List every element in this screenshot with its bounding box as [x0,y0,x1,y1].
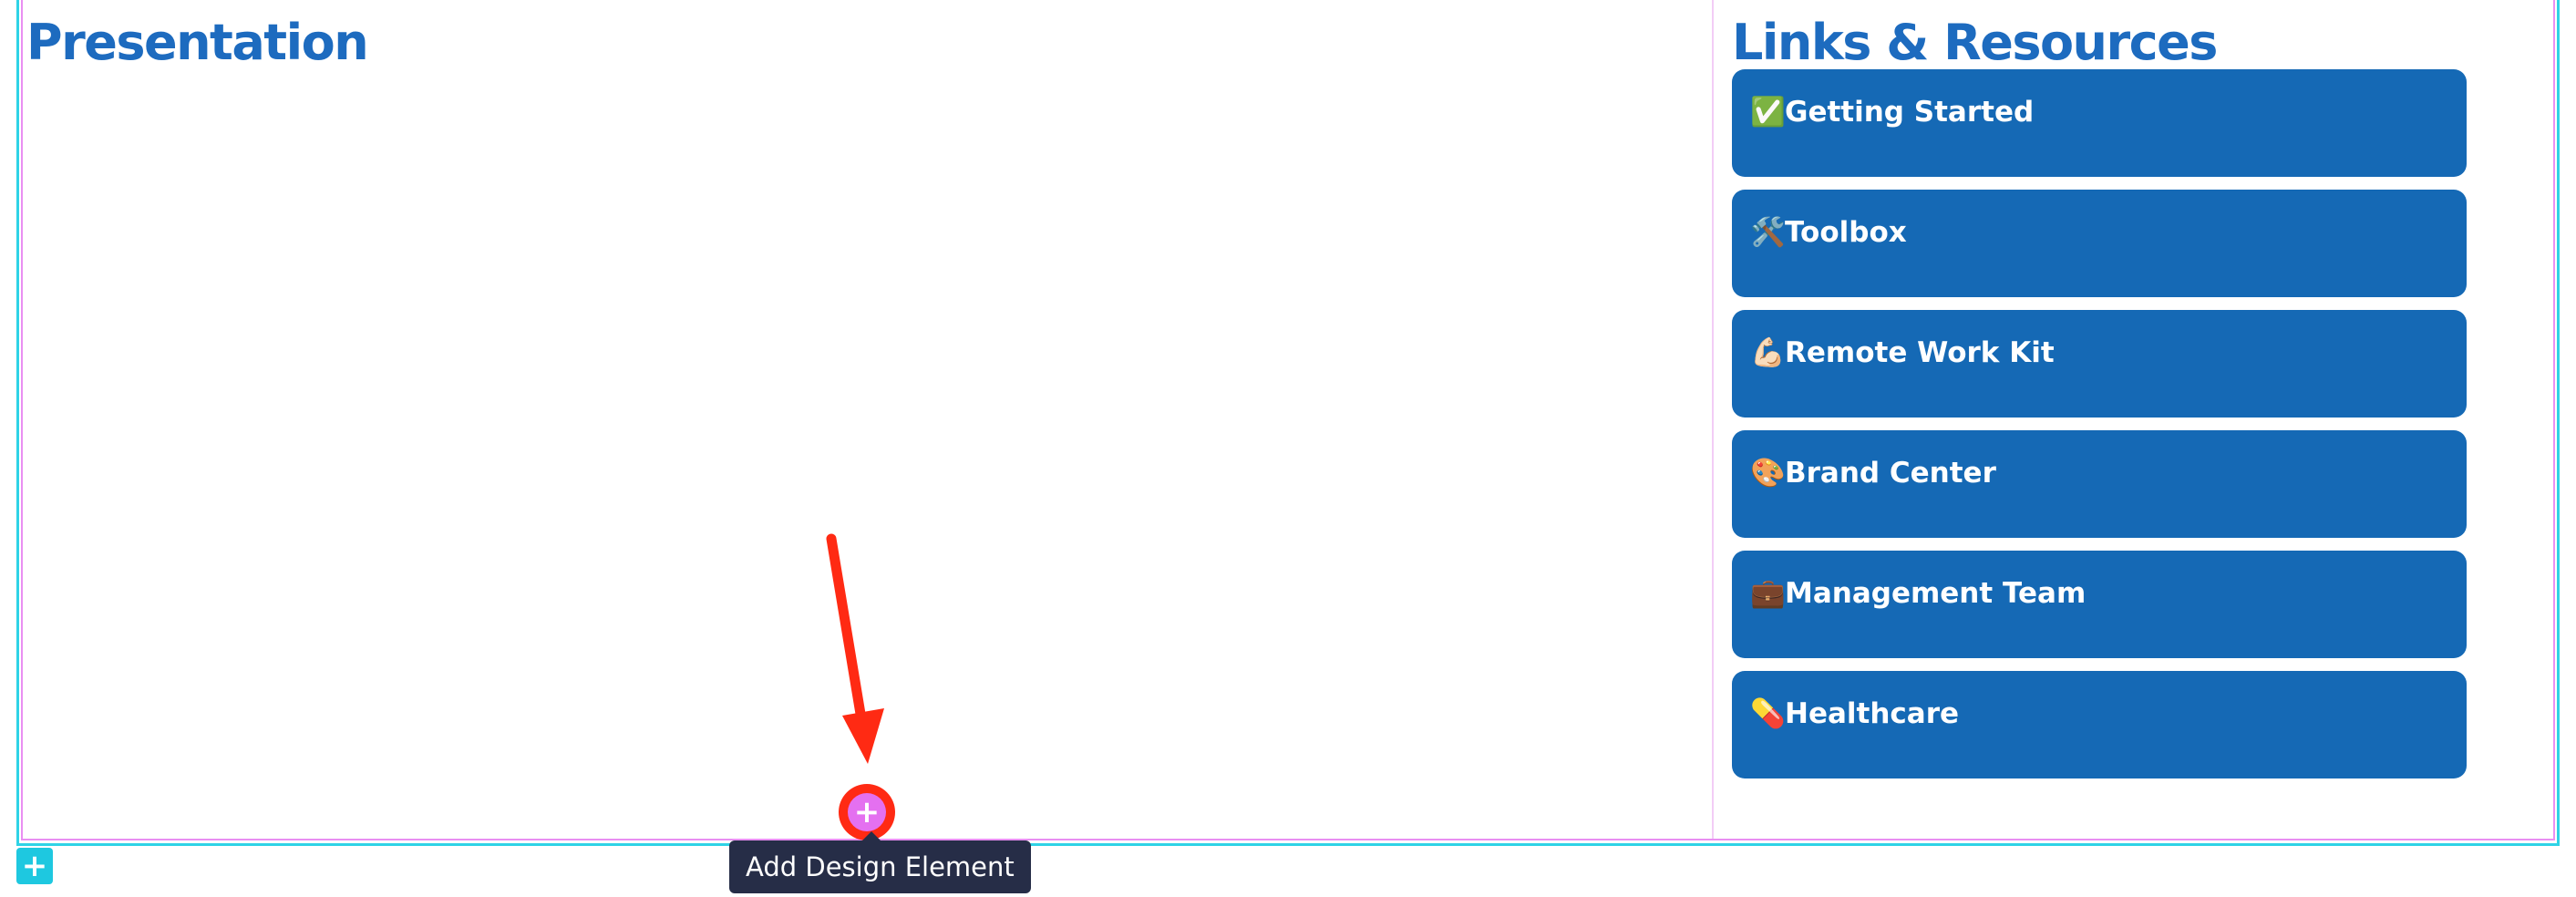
link-label: Remote Work Kit [1785,336,2055,369]
arrow-shaft [826,533,868,730]
red-arrow-annotation-icon [826,533,884,764]
link-label: Getting Started [1785,96,2035,129]
link-button-getting-started[interactable]: ✅Getting Started [1732,69,2467,177]
column-divider [1712,0,1714,839]
presentation-heading[interactable]: Presentation [26,18,369,67]
link-label: Brand Center [1785,457,1996,490]
link-label: Toolbox [1785,216,1907,249]
flexed-biceps-icon: 💪🏻 [1750,336,1786,369]
check-mark-icon: ✅ [1750,96,1786,129]
link-button-brand-center[interactable]: 🎨Brand Center [1732,430,2467,538]
plus-icon: + [848,793,886,831]
link-button-management-team[interactable]: 💼Management Team [1732,551,2467,658]
briefcase-icon: 💼 [1750,577,1786,610]
link-button-healthcare[interactable]: 💊Healthcare [1732,671,2467,778]
links-list: ✅Getting Started 🛠️Toolbox 💪🏻Remote Work… [1732,69,2467,791]
arrow-head [842,708,884,764]
hammer-wrench-icon: 🛠️ [1750,216,1786,249]
page-builder-canvas: Presentation Links & Resources ✅Getting … [0,0,2576,897]
link-label: Management Team [1785,577,2087,610]
pill-icon: 💊 [1750,697,1786,730]
add-row-button[interactable]: + [16,848,53,884]
link-button-remote-work-kit[interactable]: 💪🏻Remote Work Kit [1732,310,2467,418]
add-design-element-tooltip: Add Design Element [729,831,1031,893]
links-resources-heading[interactable]: Links & Resources [1732,18,2218,67]
link-button-toolbox[interactable]: 🛠️Toolbox [1732,190,2467,297]
palette-icon: 🎨 [1750,457,1786,490]
link-label: Healthcare [1785,697,1960,730]
